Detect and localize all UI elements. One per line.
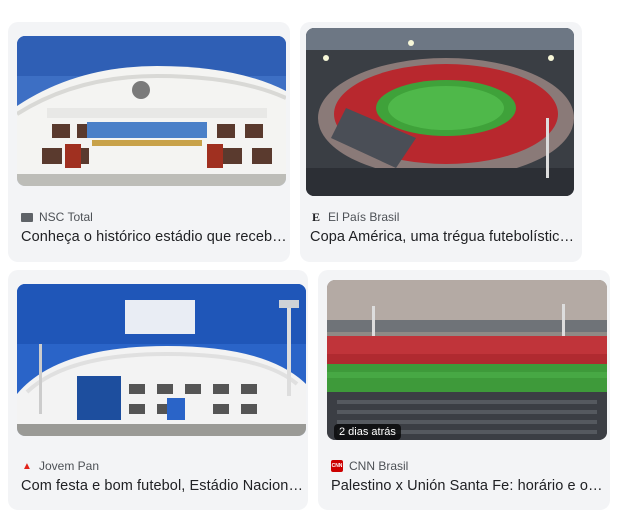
source-name: Jovem Pan [39,459,100,473]
source-name: NSC Total [39,210,93,224]
cnn-brasil-icon: CNN [331,460,343,472]
news-source[interactable]: E El País Brasil [310,210,399,224]
news-source[interactable]: CNN CNN Brasil [331,459,408,473]
stadium-exterior-image[interactable] [17,284,306,436]
source-name: El País Brasil [328,210,400,224]
stadium-aerial-night-image[interactable] [306,28,574,196]
stadium-interior-image[interactable] [327,280,607,440]
news-title[interactable]: Copa América, uma trégua futebolístic… [310,229,576,245]
stadium-facade-image[interactable] [17,36,286,186]
source-name: CNN Brasil [349,459,409,473]
news-title[interactable]: Palestino x Unión Santa Fe: horário e o… [331,478,605,494]
nsc-total-icon [21,212,33,222]
time-badge: 2 dias atrás [334,424,401,440]
news-source[interactable]: NSC Total [21,210,93,224]
news-source[interactable]: ▲ Jovem Pan [21,459,99,473]
jovem-pan-icon: ▲ [22,460,32,472]
el-pais-icon: E [311,211,320,223]
news-title[interactable]: Com festa e bom futebol, Estádio Nacion… [21,478,305,494]
news-title[interactable]: Conheça o histórico estádio que receb… [21,229,289,245]
